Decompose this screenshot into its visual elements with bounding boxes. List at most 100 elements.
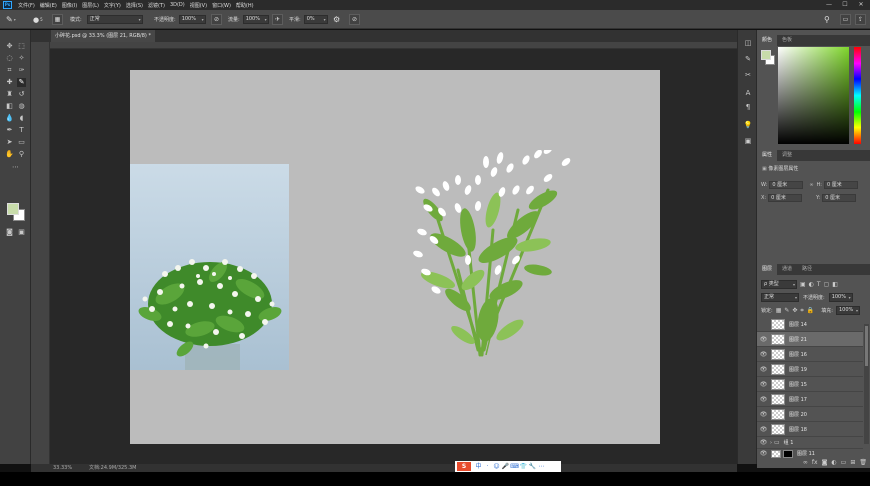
screen-mode-icon[interactable]: ▣ — [17, 228, 26, 237]
search-icon[interactable]: ⚲ — [824, 15, 830, 24]
width-field[interactable]: 0 厘米 — [769, 181, 804, 189]
eye-icon[interactable]: 👁 — [759, 450, 768, 457]
tab-color[interactable]: 颜色 — [757, 35, 778, 46]
add-mask-icon[interactable]: ◙ — [822, 458, 828, 468]
filter-shape-icon[interactable]: ▢ — [824, 281, 830, 288]
layers-scrollbar[interactable] — [864, 324, 869, 444]
chinese-mode-icon[interactable]: 中 — [474, 462, 483, 471]
layer-opacity-input[interactable]: 100% ▾ — [828, 293, 853, 302]
tab-swatches[interactable]: 色板 — [777, 35, 797, 46]
libraries-panel-icon[interactable]: ▣ — [743, 136, 753, 146]
lock-pixels-icon[interactable]: ✎ — [784, 307, 789, 314]
menu-filter[interactable]: 滤镜(T) — [148, 2, 165, 9]
microphone-icon[interactable]: 🎤 — [501, 462, 510, 471]
clone-source-panel-icon[interactable]: ✂ — [743, 70, 753, 80]
more-icon[interactable]: ⋯ — [537, 462, 546, 471]
opacity-input[interactable]: 100% ▾ — [178, 15, 206, 24]
brush-settings-panel-icon[interactable]: ✎ — [743, 54, 753, 64]
menu-view[interactable]: 视图(V) — [190, 2, 207, 9]
document-canvas[interactable] — [130, 70, 660, 444]
color-picker-field[interactable] — [778, 47, 849, 144]
menu-help[interactable]: 帮助(H) — [236, 2, 254, 9]
zoom-tool-icon[interactable]: ⚲ — [17, 150, 26, 159]
hand-tool-icon[interactable]: ✋ — [5, 150, 14, 159]
layer-row[interactable]: 👁 图层 16 — [757, 347, 863, 362]
brush-tool-icon[interactable]: ✎ — [17, 78, 26, 87]
clone-stamp-tool-icon[interactable]: ♜ — [5, 90, 14, 99]
panel-foreground-color[interactable] — [761, 50, 771, 60]
eye-icon[interactable]: 👁 — [759, 396, 768, 403]
share-button[interactable]: ⇪ — [855, 14, 866, 25]
eye-icon[interactable]: 👁 — [759, 336, 768, 343]
eye-icon[interactable]: 👁 — [759, 439, 768, 446]
path-selection-tool-icon[interactable]: ➤ — [5, 138, 14, 147]
skin-icon[interactable]: 👕 — [519, 462, 528, 471]
more-tools-icon[interactable]: ⋯ — [11, 163, 20, 172]
airbrush-button[interactable]: ✈ — [272, 14, 283, 25]
tab-channels[interactable]: 通道 — [777, 264, 797, 275]
menu-layer[interactable]: 图层(L) — [82, 2, 99, 9]
lock-artboard-icon[interactable]: ⌗ — [800, 307, 803, 315]
layer-row[interactable]: 👁 图层 21 — [757, 332, 863, 347]
link-icon[interactable]: ∞ — [809, 182, 813, 188]
crop-tool-icon[interactable]: ⌗ — [5, 66, 14, 75]
x-field[interactable]: 0 厘米 — [768, 194, 803, 202]
eye-icon[interactable]: 👁 — [759, 351, 768, 358]
eye-icon[interactable]: 👁 — [759, 366, 768, 373]
layer-row[interactable]: 👁 图层 19 — [757, 362, 863, 377]
marquee-tool-icon[interactable]: ⬚ — [17, 42, 26, 51]
keyboard-icon[interactable]: ⌨ — [510, 462, 519, 471]
tab-properties[interactable]: 属性 — [757, 150, 778, 161]
height-field[interactable]: 0 厘米 — [823, 181, 858, 189]
eye-icon[interactable]: 👁 — [759, 381, 768, 388]
menu-window[interactable]: 窗口(W) — [212, 2, 231, 9]
punctuation-icon[interactable]: · — [483, 462, 492, 471]
layer-style-icon[interactable]: fx — [812, 458, 818, 468]
filter-adjustment-icon[interactable]: ◐ — [809, 281, 814, 288]
emoji-icon[interactable]: ☺ — [492, 462, 501, 471]
menu-select[interactable]: 选择(S) — [126, 2, 143, 9]
new-layer-icon[interactable]: ⊞ — [850, 458, 855, 468]
quick-mask-icon[interactable]: ◙ — [5, 228, 14, 237]
tab-layers[interactable]: 图层 — [757, 264, 778, 275]
tab-paths[interactable]: 路径 — [797, 264, 817, 275]
eye-icon[interactable]: 👁 — [759, 426, 768, 433]
dodge-tool-icon[interactable]: ◖ — [17, 114, 26, 123]
opacity-pressure-button[interactable]: ⊘ — [211, 14, 222, 25]
tab-adjustments[interactable]: 调整 — [777, 150, 797, 161]
menu-file[interactable]: 文件(F) — [18, 2, 35, 9]
document-tab[interactable]: 小碎花.psd @ 33.3% (图层 21, RGB/8) * — [51, 30, 155, 42]
pen-tool-icon[interactable]: ✒ — [5, 126, 14, 135]
paragraph-panel-icon[interactable]: ¶ — [743, 102, 753, 112]
layer-filter-select[interactable]: ρ 类型 ▾ — [761, 280, 797, 289]
filter-pixel-icon[interactable]: ▣ — [800, 281, 806, 288]
flow-input[interactable]: 100% ▾ — [242, 15, 269, 24]
zoom-level[interactable]: 33.33% — [53, 464, 72, 472]
close-window-button[interactable]: ✕ — [854, 0, 868, 10]
maximize-button[interactable]: ☐ — [838, 0, 852, 10]
toolbox-icon[interactable]: 🔧 — [528, 462, 537, 471]
brush-panel-toggle-button[interactable]: ▦ — [52, 14, 63, 25]
menu-type[interactable]: 文字(Y) — [104, 2, 121, 9]
link-layers-icon[interactable]: ∞ — [803, 458, 808, 468]
layer-row[interactable]: 👁 图层 15 — [757, 377, 863, 392]
hue-slider[interactable] — [854, 47, 861, 144]
layer-row[interactable]: 👁 图层 17 — [757, 392, 863, 407]
workspace-button[interactable]: ▭ — [840, 14, 851, 25]
mode-select[interactable]: 正常 ▾ — [86, 15, 143, 24]
brush-tool-preset[interactable]: ✎ ▾ — [6, 14, 16, 25]
lock-transparency-icon[interactable]: ▦ — [776, 307, 782, 314]
fill-input[interactable]: 100% ▾ — [835, 306, 860, 315]
smoothing-settings-gear-icon[interactable]: ⚙ — [333, 15, 340, 24]
menu-image[interactable]: 图像(I) — [62, 2, 77, 9]
eyedropper-tool-icon[interactable]: ✑ — [17, 66, 26, 75]
history-panel-icon[interactable]: ◫ — [743, 38, 753, 48]
menu-edit[interactable]: 编辑(E) — [40, 2, 57, 9]
sogou-logo-icon[interactable]: S — [457, 462, 471, 471]
eraser-tool-icon[interactable]: ◧ — [5, 102, 14, 111]
layer-row[interactable]: 👁 图层 18 — [757, 422, 863, 437]
healing-brush-tool-icon[interactable]: ✚ — [5, 78, 14, 87]
filter-type-icon[interactable]: T — [817, 281, 821, 288]
layer-row[interactable]: 图层 14 — [757, 317, 863, 332]
blend-mode-select[interactable]: 正常 ▾ — [761, 293, 799, 302]
